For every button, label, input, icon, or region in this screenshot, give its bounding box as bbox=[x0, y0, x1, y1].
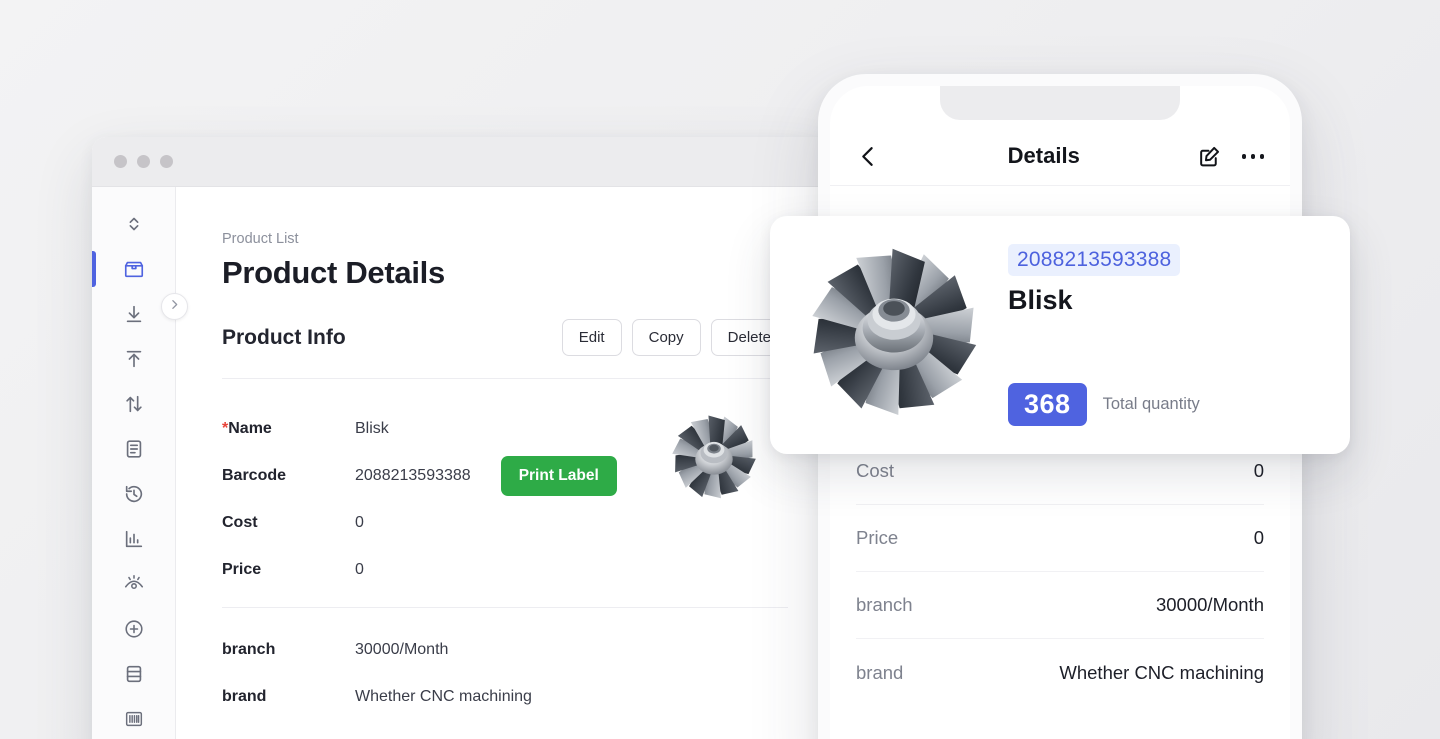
field-label-price: Price bbox=[222, 560, 262, 578]
phone-label-cost: Cost bbox=[856, 460, 895, 481]
traffic-lights bbox=[114, 155, 173, 168]
eye-scan-icon bbox=[123, 573, 145, 595]
browser-titlebar bbox=[92, 137, 834, 187]
page-title: Product Details bbox=[222, 255, 445, 290]
close-window-dot[interactable] bbox=[114, 155, 127, 168]
sidebar-item-transfer[interactable] bbox=[92, 381, 175, 426]
phone-row-price: Price 0 bbox=[856, 505, 1264, 572]
sidebar-item-products[interactable] bbox=[92, 246, 175, 291]
card-barcode-badge[interactable]: 2088213593388 bbox=[1008, 244, 1181, 276]
product-summary-card: 2088213593388 Blisk 368 Total quantity bbox=[770, 216, 1350, 454]
field-value-cost: 0 bbox=[355, 513, 364, 531]
sidebar-item-monitor[interactable] bbox=[92, 561, 175, 606]
app-sidebar bbox=[92, 187, 188, 739]
sidebar-item-expand-collapse[interactable] bbox=[92, 201, 175, 246]
bar-chart-icon bbox=[123, 528, 145, 550]
phone-value-price: 0 bbox=[1253, 527, 1264, 548]
product-thumbnail[interactable] bbox=[662, 405, 766, 509]
field-value-barcode: 2088213593388 bbox=[355, 466, 471, 484]
total-quantity-badge: 368 bbox=[1008, 383, 1087, 426]
transfer-icon bbox=[123, 393, 145, 415]
header-divider bbox=[222, 378, 788, 379]
database-icon bbox=[123, 663, 145, 685]
section-divider bbox=[222, 607, 788, 608]
sidebar-item-add[interactable] bbox=[92, 606, 175, 651]
more-dot bbox=[1250, 154, 1255, 159]
chevron-right-icon bbox=[168, 298, 181, 316]
action-buttons: Edit Copy Delete bbox=[561, 319, 788, 356]
chevron-up-down-icon bbox=[123, 213, 145, 235]
field-label-brand: brand bbox=[222, 687, 267, 705]
phone-label-price: Price bbox=[856, 527, 899, 548]
print-label-button[interactable]: Print Label bbox=[500, 455, 617, 496]
browser-window: Product List Product Details Product Inf… bbox=[92, 137, 834, 739]
blisk-impeller-image bbox=[672, 415, 756, 499]
main-content: Product List Product Details Product Inf… bbox=[176, 187, 834, 739]
field-label-branch: branch bbox=[222, 640, 276, 658]
more-dot bbox=[1259, 154, 1264, 159]
browser-content: Product List Product Details Product Inf… bbox=[92, 187, 834, 739]
phone-value-branch: 30000/Month bbox=[1155, 594, 1264, 615]
phone-notch bbox=[940, 86, 1180, 120]
more-dot bbox=[1241, 154, 1246, 159]
field-label-barcode: Barcode bbox=[222, 466, 287, 484]
screenshot-stage: Product List Product Details Product Inf… bbox=[0, 0, 1440, 739]
phone-detail-list: Cost 0 Price 0 branch 30000/Month brand … bbox=[830, 438, 1290, 706]
card-product-image[interactable] bbox=[796, 232, 992, 428]
field-row-brand: brand Whether CNC machining bbox=[222, 673, 834, 720]
phone-row-brand: brand Whether CNC machining bbox=[856, 639, 1264, 706]
field-value-price: 0 bbox=[355, 560, 364, 578]
phone-value-cost: 0 bbox=[1253, 460, 1264, 481]
field-value-brand: Whether CNC machining bbox=[355, 687, 532, 705]
sidebar-item-database[interactable] bbox=[92, 651, 175, 696]
maximize-window-dot[interactable] bbox=[160, 155, 173, 168]
download-icon bbox=[123, 303, 145, 325]
phone-label-branch: branch bbox=[856, 594, 913, 615]
phone-row-branch: branch 30000/Month bbox=[856, 572, 1264, 639]
field-value-branch: 30000/Month bbox=[355, 640, 449, 658]
phone-value-brand: Whether CNC machining bbox=[1059, 661, 1264, 683]
card-product-name: Blisk bbox=[1008, 285, 1073, 315]
sidebar-item-documents[interactable] bbox=[92, 426, 175, 471]
sidebar-item-barcode[interactable] bbox=[92, 696, 175, 739]
breadcrumb[interactable]: Product List bbox=[222, 231, 834, 247]
barcode-icon bbox=[123, 708, 145, 730]
field-value-name: Blisk bbox=[355, 419, 389, 437]
more-horizontal-icon[interactable] bbox=[1241, 154, 1264, 159]
blisk-impeller-image-large bbox=[812, 248, 977, 416]
product-info-secondary: branch 30000/Month brand Whether CNC mac… bbox=[222, 626, 834, 720]
phone-title: Details bbox=[1007, 143, 1080, 168]
total-quantity-label: Total quantity bbox=[1102, 395, 1200, 413]
plus-circle-icon bbox=[123, 618, 145, 640]
field-row-branch: branch 30000/Month bbox=[222, 626, 834, 673]
sidebar-item-stock-out[interactable] bbox=[92, 336, 175, 381]
section-title: Product Info bbox=[222, 325, 346, 349]
edit-button[interactable]: Edit bbox=[561, 319, 622, 356]
history-icon bbox=[123, 483, 145, 505]
field-row-price: Price 0 bbox=[222, 546, 834, 593]
sidebar-item-history[interactable] bbox=[92, 471, 175, 516]
phone-label-brand: brand bbox=[856, 661, 904, 683]
document-icon bbox=[123, 438, 145, 460]
edit-square-icon[interactable] bbox=[1197, 144, 1222, 169]
sidebar-collapse-toggle[interactable] bbox=[161, 293, 188, 320]
active-indicator bbox=[92, 251, 96, 287]
card-details: 2088213593388 Blisk 368 Total quantity bbox=[992, 232, 1324, 438]
field-label-name: *Name bbox=[222, 419, 272, 437]
box-icon bbox=[123, 258, 145, 280]
section-header: Product Info Edit Copy Delete bbox=[222, 319, 834, 356]
sidebar-item-reports[interactable] bbox=[92, 516, 175, 561]
chevron-left-icon bbox=[856, 144, 881, 169]
card-quantity-row: 368 Total quantity bbox=[1008, 383, 1324, 438]
field-label-cost: Cost bbox=[222, 513, 258, 531]
copy-button[interactable]: Copy bbox=[631, 319, 701, 356]
upload-icon bbox=[123, 348, 145, 370]
minimize-window-dot[interactable] bbox=[137, 155, 150, 168]
product-info-primary: *Name Blisk Barcode 2088213593388 Print … bbox=[222, 405, 834, 593]
phone-nav-actions bbox=[1197, 144, 1264, 169]
phone-back-button[interactable] bbox=[856, 144, 881, 169]
